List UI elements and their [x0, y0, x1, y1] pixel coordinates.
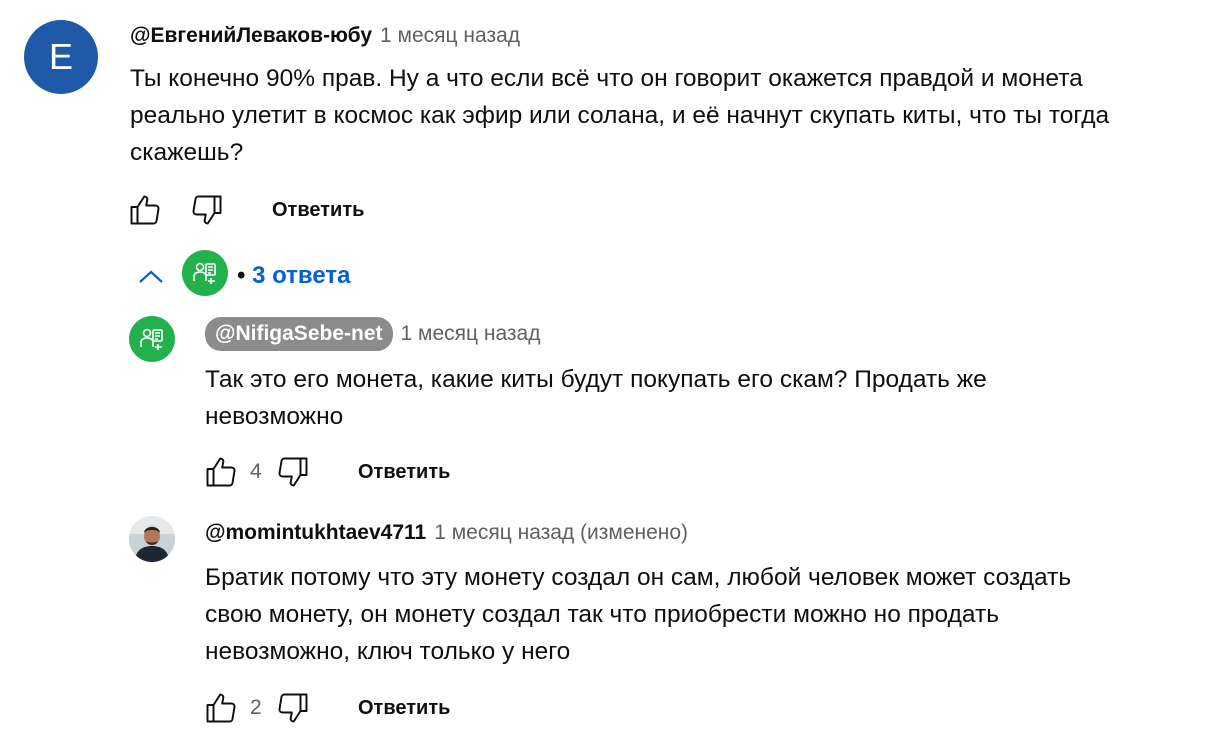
comment-header: @ЕвгенийЛеваков-юбу 1 месяц назад [130, 24, 520, 48]
reply-author-chip[interactable]: @NifigaSebe-net [205, 317, 393, 351]
green-badge-icon [193, 262, 216, 284]
chevron-up-icon [139, 270, 163, 283]
dislike-button[interactable] [274, 689, 312, 727]
comment-text-line: реально улетит в космос как эфир или сол… [130, 102, 1110, 129]
reply-text-line: свою монету, он монету создал так что пр… [205, 601, 999, 628]
like-button[interactable] [202, 453, 240, 491]
reply-avatar[interactable] [129, 516, 175, 562]
like-count: 2 [250, 696, 262, 719]
like-button[interactable] [202, 689, 240, 727]
comment-actions: Ответить [126, 190, 364, 230]
comment-time[interactable]: 1 месяц назад [380, 24, 520, 47]
like-count: 4 [250, 460, 262, 483]
reply-time[interactable]: 1 месяц назад (изменено) [434, 521, 688, 544]
reply-header: @NifigaSebe-net 1 месяц назад [205, 317, 540, 351]
avatar[interactable]: E [24, 20, 98, 94]
reply-author-avatar [182, 250, 228, 296]
thumbs-down-icon [278, 693, 308, 723]
reply-button[interactable]: Ответить [358, 697, 450, 720]
reply-text-line: невозможно, ключ только у него [205, 638, 571, 665]
collapse-replies-button[interactable] [136, 264, 166, 293]
thumbs-up-icon [130, 195, 160, 225]
reply-text: Так это его монета, какие киты будут пок… [205, 361, 987, 435]
thumbs-up-icon [206, 457, 236, 487]
avatar-letter: E [48, 36, 73, 77]
like-button[interactable] [126, 191, 164, 229]
replies-toggle[interactable]: • 3 ответа [237, 262, 350, 290]
reply-text: Братик потому что эту монету создал он с… [205, 559, 1071, 670]
thumbs-down-icon [192, 195, 222, 225]
reply-header: @momintukhtaev4711 1 месяц назад (изменен… [205, 521, 688, 545]
reply-actions: 2 Ответить [202, 688, 450, 728]
reply-actions: 4 Ответить [202, 452, 450, 492]
reply-button[interactable]: Ответить [358, 461, 450, 484]
comment-text-line: Ты конечно 90% прав. Ну а что если всё ч… [130, 65, 1083, 92]
reply-time[interactable]: 1 месяц назад [401, 322, 541, 345]
dislike-button[interactable] [188, 191, 226, 229]
reply-text-line: невозможно [205, 403, 344, 430]
reply-text-line: Братик потому что эту монету создал он с… [205, 564, 1072, 591]
thumbs-up-icon [206, 693, 236, 723]
replies-count-label[interactable]: 3 ответа [252, 262, 350, 289]
reply-avatar[interactable] [129, 316, 175, 362]
comment-author[interactable]: @ЕвгенийЛеваков-юбу [130, 24, 372, 47]
reply-button[interactable]: Ответить [272, 199, 364, 222]
reply-text-line: Так это его монета, какие киты будут пок… [205, 366, 987, 393]
bullet: • [237, 262, 246, 289]
comment-text-line: скажешь? [130, 139, 244, 166]
comment-text: Ты конечно 90% прав. Ну а что если всё ч… [130, 60, 1109, 171]
reply-author[interactable]: @momintukhtaev4711 [205, 521, 426, 544]
user-photo-icon [129, 516, 175, 562]
dislike-button[interactable] [274, 453, 312, 491]
thumbs-down-icon [278, 457, 308, 487]
green-badge-icon [140, 328, 163, 350]
